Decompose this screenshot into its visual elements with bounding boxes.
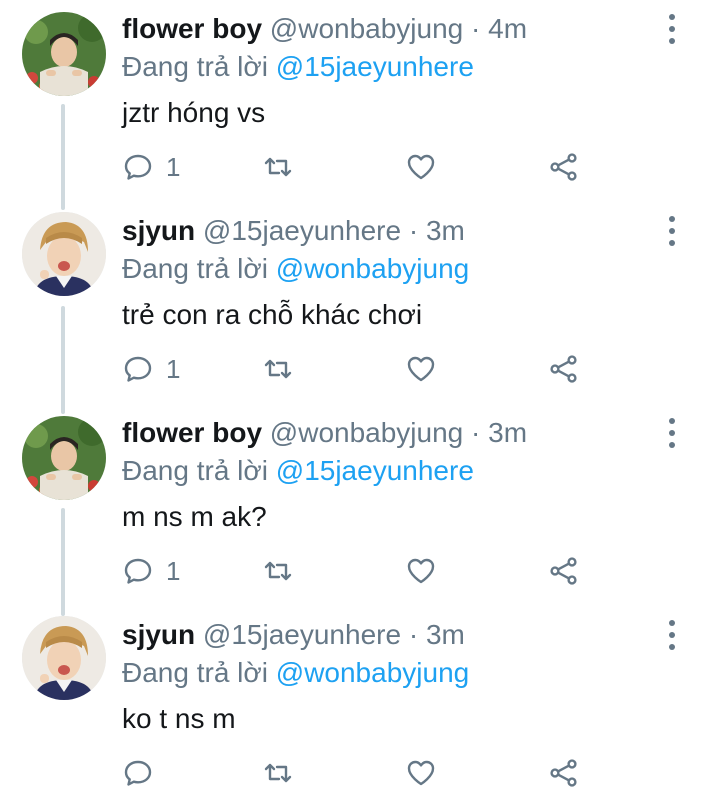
display-name[interactable]: sjyun <box>122 215 195 246</box>
speech-bubble-icon <box>124 760 152 786</box>
avatar-image <box>22 616 106 700</box>
speech-bubble-icon <box>124 558 152 584</box>
avatar[interactable] <box>22 212 106 296</box>
tweet-actions: 1 <box>122 150 592 184</box>
retweet-arrows-icon <box>264 359 292 379</box>
separator-dot: · <box>408 215 419 246</box>
vertical-dots-icon <box>669 418 675 424</box>
like-button[interactable] <box>405 352 437 386</box>
avatar[interactable] <box>22 416 106 500</box>
replying-to-label: Đang trả lời <box>122 657 268 688</box>
retweet-button[interactable] <box>262 756 294 790</box>
mention-link[interactable]: @wonbabyjung <box>276 253 469 284</box>
avatar-image <box>22 416 106 500</box>
vertical-dots-icon <box>669 216 675 222</box>
share-button[interactable] <box>548 756 580 790</box>
separator-dot: · <box>471 13 481 44</box>
display-name[interactable]: flower boy <box>122 13 262 44</box>
like-button[interactable] <box>405 756 437 790</box>
more-options-button[interactable] <box>660 418 684 448</box>
reply-button[interactable] <box>122 756 166 790</box>
more-options-button[interactable] <box>660 620 684 650</box>
separator-dot: · <box>471 417 481 448</box>
share-nodes-icon <box>550 759 577 787</box>
speech-bubble-icon <box>124 154 152 180</box>
replying-to-label: Đang trả lời <box>122 253 268 284</box>
share-nodes-icon <box>550 355 577 383</box>
reply-count: 1 <box>166 151 181 182</box>
tweet-header: sjyun @15jaeyunhere · 3m <box>122 618 640 652</box>
replying-to-label: Đang trả lời <box>122 51 268 82</box>
vertical-dots-icon <box>669 620 675 626</box>
replying-to-line: Đang trả lời @wonbabyjung <box>122 252 469 286</box>
user-handle[interactable]: @wonbabyjung <box>270 13 463 44</box>
heart-outline-icon <box>407 760 435 786</box>
display-name[interactable]: sjyun <box>122 619 195 650</box>
share-nodes-icon <box>550 557 577 585</box>
tweet[interactable]: sjyun @15jaeyunhere · 3m Đang trả lời @w… <box>0 202 720 404</box>
timestamp[interactable]: 3m <box>426 215 465 246</box>
conversation-thread: flower boy @wonbabyjung · 4m Đang trả lờ… <box>0 0 720 797</box>
heart-outline-icon <box>407 356 435 382</box>
tweet[interactable]: flower boy @wonbabyjung · 3m Đang trả lờ… <box>0 404 720 606</box>
more-options-button[interactable] <box>660 14 684 44</box>
heart-outline-icon <box>407 558 435 584</box>
like-button[interactable] <box>405 150 437 184</box>
tweet-text: trẻ con ra chỗ khác chơi <box>122 299 423 330</box>
reply-button[interactable]: 1 <box>122 352 180 386</box>
retweet-arrows-icon <box>264 157 292 177</box>
like-button[interactable] <box>405 554 437 588</box>
display-name[interactable]: flower boy <box>122 417 262 448</box>
tweet-text: ko t ns m <box>122 703 236 734</box>
more-options-button[interactable] <box>660 216 684 246</box>
tweet-actions: 1 <box>122 352 592 386</box>
retweet-button[interactable] <box>262 352 294 386</box>
tweet-actions <box>122 756 592 790</box>
replying-to-label: Đang trả lời <box>122 455 268 486</box>
mention-link[interactable]: @15jaeyunhere <box>276 51 474 82</box>
tweet-header: sjyun @15jaeyunhere · 3m <box>122 214 640 248</box>
share-nodes-icon <box>550 153 577 181</box>
replying-to-line: Đang trả lời @wonbabyjung <box>122 656 469 690</box>
share-button[interactable] <box>548 150 580 184</box>
timestamp[interactable]: 4m <box>488 13 527 44</box>
user-handle[interactable]: @wonbabyjung <box>270 417 463 448</box>
reply-button[interactable]: 1 <box>122 150 180 184</box>
timestamp[interactable]: 3m <box>488 417 527 448</box>
avatar[interactable] <box>22 12 106 96</box>
reply-count: 1 <box>166 353 181 384</box>
mention-link[interactable]: @15jaeyunhere <box>276 455 474 486</box>
tweet-header: flower boy @wonbabyjung · 3m <box>122 416 640 450</box>
tweet-text: jztr hóng vs <box>122 97 266 128</box>
share-button[interactable] <box>548 352 580 386</box>
retweet-button[interactable] <box>262 150 294 184</box>
user-handle[interactable]: @15jaeyunhere <box>203 619 401 650</box>
tweet-header: flower boy @wonbabyjung · 4m <box>122 12 640 46</box>
retweet-arrows-icon <box>264 561 292 581</box>
separator-dot: · <box>408 619 419 650</box>
reply-button[interactable]: 1 <box>122 554 180 588</box>
reply-count: 1 <box>166 555 181 586</box>
heart-outline-icon <box>407 154 435 180</box>
tweet[interactable]: sjyun @15jaeyunhere · 3m Đang trả lời @w… <box>0 606 720 808</box>
replying-to-line: Đang trả lời @15jaeyunhere <box>122 454 474 488</box>
timestamp[interactable]: 3m <box>426 619 465 650</box>
avatar[interactable] <box>22 616 106 700</box>
tweet[interactable]: flower boy @wonbabyjung · 4m Đang trả lờ… <box>0 0 720 202</box>
retweet-arrows-icon <box>264 763 292 783</box>
vertical-dots-icon <box>669 14 675 20</box>
mention-link[interactable]: @wonbabyjung <box>276 657 469 688</box>
user-handle[interactable]: @15jaeyunhere <box>203 215 401 246</box>
tweet-actions: 1 <box>122 554 592 588</box>
tweet-text: m ns m ak? <box>122 501 267 532</box>
avatar-image <box>22 12 106 96</box>
speech-bubble-icon <box>124 356 152 382</box>
replying-to-line: Đang trả lời @15jaeyunhere <box>122 50 474 84</box>
share-button[interactable] <box>548 554 580 588</box>
avatar-image <box>22 212 106 296</box>
retweet-button[interactable] <box>262 554 294 588</box>
